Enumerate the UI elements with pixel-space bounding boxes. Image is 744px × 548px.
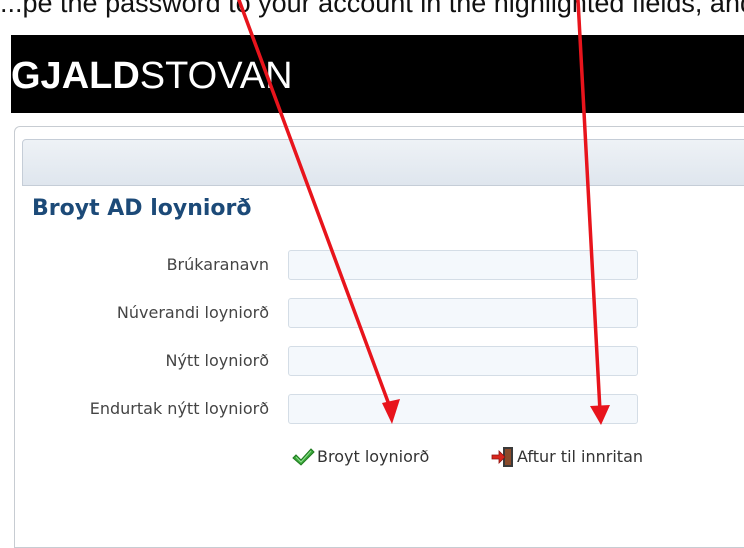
change-password-button[interactable]: Broyt loyniorð xyxy=(291,445,471,469)
back-to-login-button[interactable]: Aftur til innritan xyxy=(491,445,701,469)
checkmark-icon xyxy=(292,448,315,466)
username-input[interactable] xyxy=(288,250,638,280)
new-password-label: Nýtt loyniorð xyxy=(165,351,269,370)
form-title: Broyt AD loyniorð xyxy=(32,196,252,221)
current-password-label: Núverandi loyniorð xyxy=(116,303,269,322)
current-password-input[interactable] xyxy=(288,298,638,328)
change-password-label: Broyt loyniorð xyxy=(317,447,430,466)
username-label: Brúkaranavn xyxy=(166,255,269,274)
instruction-text: ...pe the password to your account in th… xyxy=(0,0,744,18)
repeat-password-label: Endurtak nýtt loyniorð xyxy=(89,399,269,418)
change-password-panel: Broyt AD loyniorð Brúkaranavn Núverandi … xyxy=(14,126,744,548)
gjaldstovan-logo: GJALDSTOVAN xyxy=(11,56,293,96)
panel-header-bar xyxy=(22,139,744,186)
repeat-password-input[interactable] xyxy=(288,394,638,424)
logo-bold-part: GJALD xyxy=(11,55,140,97)
site-header: GJALDSTOVAN xyxy=(11,35,744,113)
exit-door-icon xyxy=(491,447,513,467)
logo-light-part: STOVAN xyxy=(139,55,293,97)
back-to-login-label: Aftur til innritan xyxy=(517,447,644,466)
new-password-input[interactable] xyxy=(288,346,638,376)
